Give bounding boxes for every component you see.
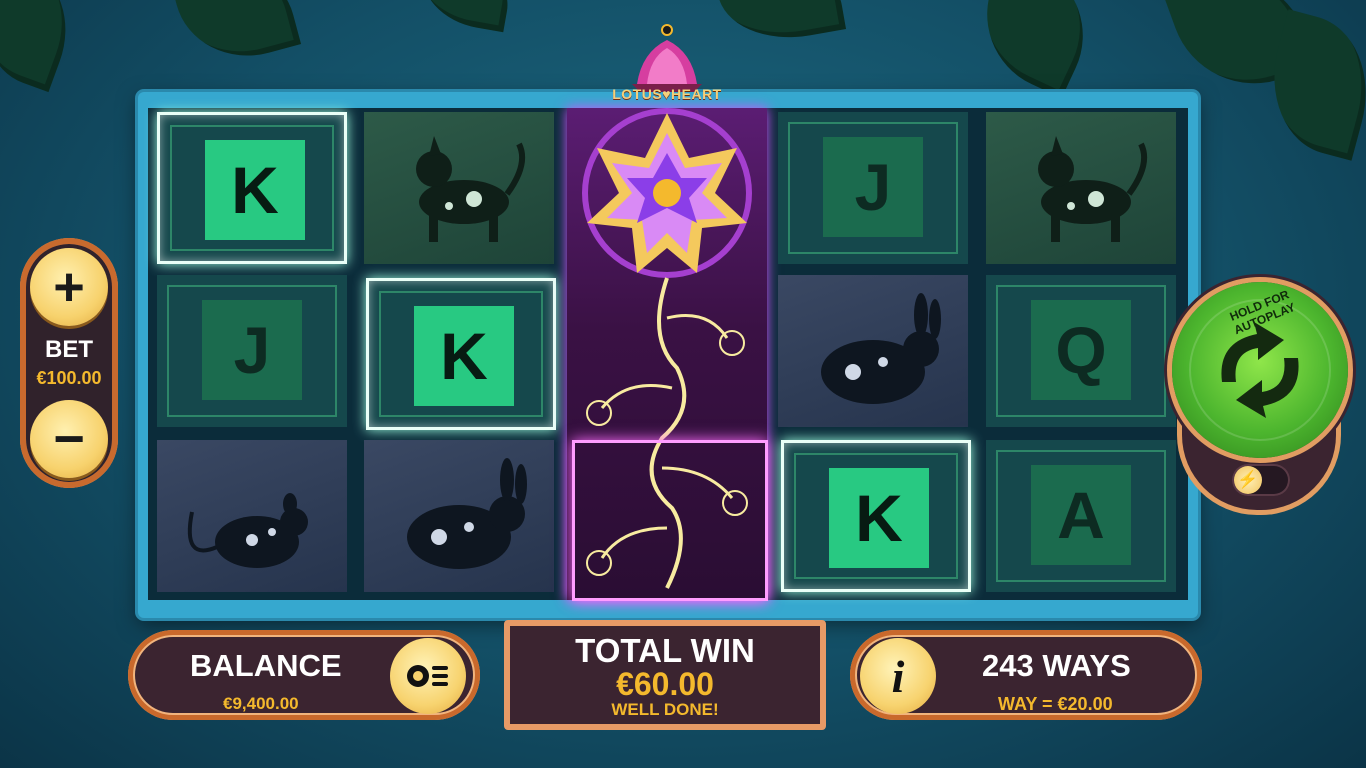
symbol-letter: K [829, 468, 929, 568]
reel-4-symbol-2 [778, 275, 968, 427]
balance-value: €9,400.00 [223, 694, 299, 713]
leaf [414, 0, 516, 33]
way-value: WAY = €20.00 [998, 694, 1113, 714]
reel-5-symbol-3: A [986, 440, 1176, 592]
reel-4-symbol-1: J [778, 112, 968, 264]
bet-decrease-button[interactable]: − [30, 400, 108, 478]
reel-2-symbol-1 [364, 112, 554, 264]
rabbit-icon [407, 458, 527, 569]
reel-5-symbol-2: Q [986, 275, 1176, 427]
leaf [961, 0, 1109, 99]
reel-5-symbol-1 [986, 112, 1176, 264]
symbol-letter: K [205, 140, 305, 240]
leaf [0, 0, 87, 93]
total-win-panel: TOTAL WIN €60.00 WELL DONE! [504, 620, 826, 730]
rabbit-icon [821, 293, 941, 404]
lightning-icon: ⚡ [1234, 466, 1262, 494]
game-logo: LOTUS♥HEART [582, 22, 752, 104]
menu-button[interactable] [390, 638, 466, 714]
symbol-letter: J [202, 300, 302, 400]
lotus-logo-icon [632, 24, 702, 92]
ways-label: 243 WAYS [982, 648, 1131, 683]
symbol-letter: J [823, 137, 923, 237]
win-message: WELL DONE! [611, 700, 719, 719]
balance-panel: BALANCE €9,400.00 [128, 630, 480, 720]
turbo-toggle[interactable]: ⚡ [1232, 464, 1290, 496]
dog-icon [1038, 136, 1147, 242]
rat-icon [187, 493, 308, 568]
reel-1-symbol-2: J [157, 275, 347, 427]
chips-menu-icon [407, 665, 448, 687]
total-win-value: €60.00 [616, 666, 714, 702]
leaf [168, 0, 302, 73]
bet-increase-button[interactable]: + [30, 248, 108, 326]
lotus-win-highlight [572, 440, 768, 601]
game-title: LOTUS♥HEART [612, 86, 722, 102]
dog-icon [416, 136, 525, 242]
info-button[interactable]: i [860, 638, 936, 714]
ways-panel: i 243 WAYS WAY = €20.00 [850, 630, 1202, 720]
reel-1-symbol-1: K [157, 112, 347, 264]
total-win-label: TOTAL WIN [575, 632, 755, 669]
reel-1-symbol-3 [157, 440, 347, 592]
reel-2-symbol-3 [364, 440, 554, 592]
balance-label: BALANCE [190, 648, 342, 683]
bet-panel: + BET €100.00 − [20, 238, 118, 488]
reel-2-symbol-2: K [366, 278, 556, 430]
reel-4-symbol-3: K [781, 440, 971, 592]
bet-value: €100.00 [36, 368, 102, 388]
symbol-letter: A [1031, 465, 1131, 565]
bet-label: BET [45, 336, 93, 363]
symbol-letter: K [414, 306, 514, 406]
symbol-letter: Q [1031, 300, 1131, 400]
